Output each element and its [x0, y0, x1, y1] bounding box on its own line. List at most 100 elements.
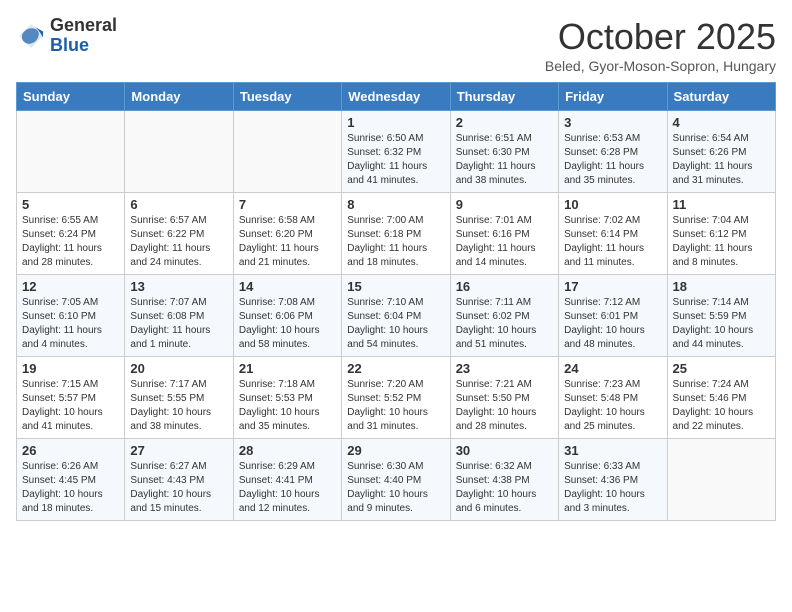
weekday-header-wednesday: Wednesday — [342, 83, 450, 111]
calendar-cell: 5 Sunrise: 6:55 AM Sunset: 6:24 PM Daylig… — [17, 193, 125, 275]
day-info: Sunrise: 6:55 AM Sunset: 6:24 PM Dayligh… — [22, 214, 119, 270]
day-number: 20 — [130, 361, 227, 376]
day-info: Sunrise: 6:50 AM Sunset: 6:32 PM Dayligh… — [347, 132, 444, 188]
day-info: Sunrise: 7:18 AM Sunset: 5:53 PM Dayligh… — [239, 378, 336, 434]
day-number: 21 — [239, 361, 336, 376]
calendar-cell: 2 Sunrise: 6:51 AM Sunset: 6:30 PM Daylig… — [450, 111, 558, 193]
day-info: Sunrise: 6:27 AM Sunset: 4:43 PM Dayligh… — [130, 460, 227, 516]
calendar-cell: 21 Sunrise: 7:18 AM Sunset: 5:53 PM Dayli… — [233, 357, 341, 439]
calendar-cell — [125, 111, 233, 193]
day-info: Sunrise: 7:02 AM Sunset: 6:14 PM Dayligh… — [564, 214, 661, 270]
calendar-cell: 23Sunrise: 7:21 AM Sunset: 5:50 PM Dayli… — [450, 357, 558, 439]
calendar-cell: 14 Sunrise: 7:08 AM Sunset: 6:06 PM Dayli… — [233, 275, 341, 357]
calendar-week-1: 1Sunrise: 6:50 AM Sunset: 6:32 PM Daylig… — [17, 111, 776, 193]
day-number: 14 — [239, 279, 336, 294]
day-info: Sunrise: 7:24 AM Sunset: 5:46 PM Dayligh… — [673, 378, 770, 434]
calendar-cell: 17Sunrise: 7:12 AM Sunset: 6:01 PM Dayli… — [559, 275, 667, 357]
calendar-cell: 27 Sunrise: 6:27 AM Sunset: 4:43 PM Dayli… — [125, 439, 233, 521]
calendar-cell: 3 Sunrise: 6:53 AM Sunset: 6:28 PM Daylig… — [559, 111, 667, 193]
month-title: October 2025 — [545, 16, 776, 58]
calendar-cell: 12Sunrise: 7:05 AM Sunset: 6:10 PM Dayli… — [17, 275, 125, 357]
day-info: Sunrise: 6:58 AM Sunset: 6:20 PM Dayligh… — [239, 214, 336, 270]
day-number: 18 — [673, 279, 770, 294]
calendar-cell: 10 Sunrise: 7:02 AM Sunset: 6:14 PM Dayli… — [559, 193, 667, 275]
weekday-header-tuesday: Tuesday — [233, 83, 341, 111]
day-info: Sunrise: 7:07 AM Sunset: 6:08 PM Dayligh… — [130, 296, 227, 352]
logo-icon — [16, 21, 46, 51]
day-info: Sunrise: 6:57 AM Sunset: 6:22 PM Dayligh… — [130, 214, 227, 270]
day-info: Sunrise: 7:12 AM Sunset: 6:01 PM Dayligh… — [564, 296, 661, 352]
calendar-cell: 7 Sunrise: 6:58 AM Sunset: 6:20 PM Daylig… — [233, 193, 341, 275]
day-info: Sunrise: 6:53 AM Sunset: 6:28 PM Dayligh… — [564, 132, 661, 188]
day-info: Sunrise: 7:11 AM Sunset: 6:02 PM Dayligh… — [456, 296, 553, 352]
day-info: Sunrise: 6:54 AM Sunset: 6:26 PM Dayligh… — [673, 132, 770, 188]
calendar-cell: 4 Sunrise: 6:54 AM Sunset: 6:26 PM Daylig… — [667, 111, 775, 193]
calendar-week-4: 19 Sunrise: 7:15 AM Sunset: 5:57 PM Dayli… — [17, 357, 776, 439]
calendar-cell: 31 Sunrise: 6:33 AM Sunset: 4:36 PM Dayli… — [559, 439, 667, 521]
day-info: Sunrise: 6:30 AM Sunset: 4:40 PM Dayligh… — [347, 460, 444, 516]
day-number: 15 — [347, 279, 444, 294]
day-number: 10 — [564, 197, 661, 212]
day-number: 7 — [239, 197, 336, 212]
calendar-cell: 28Sunrise: 6:29 AM Sunset: 4:41 PM Dayli… — [233, 439, 341, 521]
weekday-header-monday: Monday — [125, 83, 233, 111]
day-info: Sunrise: 7:10 AM Sunset: 6:04 PM Dayligh… — [347, 296, 444, 352]
weekday-header-sunday: Sunday — [17, 83, 125, 111]
day-number: 26 — [22, 443, 119, 458]
day-number: 30 — [456, 443, 553, 458]
day-info: Sunrise: 7:23 AM Sunset: 5:48 PM Dayligh… — [564, 378, 661, 434]
calendar-cell: 13 Sunrise: 7:07 AM Sunset: 6:08 PM Dayli… — [125, 275, 233, 357]
day-info: Sunrise: 7:00 AM Sunset: 6:18 PM Dayligh… — [347, 214, 444, 270]
weekday-header-saturday: Saturday — [667, 83, 775, 111]
calendar-cell: 26 Sunrise: 6:26 AM Sunset: 4:45 PM Dayli… — [17, 439, 125, 521]
day-number: 13 — [130, 279, 227, 294]
day-info: Sunrise: 7:17 AM Sunset: 5:55 PM Dayligh… — [130, 378, 227, 434]
day-number: 27 — [130, 443, 227, 458]
logo: General Blue — [16, 16, 117, 56]
day-info: Sunrise: 7:15 AM Sunset: 5:57 PM Dayligh… — [22, 378, 119, 434]
day-number: 25 — [673, 361, 770, 376]
day-info: Sunrise: 6:51 AM Sunset: 6:30 PM Dayligh… — [456, 132, 553, 188]
calendar-cell: 1Sunrise: 6:50 AM Sunset: 6:32 PM Daylig… — [342, 111, 450, 193]
calendar-cell — [667, 439, 775, 521]
calendar-cell: 8 Sunrise: 7:00 AM Sunset: 6:18 PM Daylig… — [342, 193, 450, 275]
weekday-header-friday: Friday — [559, 83, 667, 111]
day-number: 4 — [673, 115, 770, 130]
page-header: General Blue October 2025 Beled, Gyor-Mo… — [16, 16, 776, 74]
day-info: Sunrise: 6:29 AM Sunset: 4:41 PM Dayligh… — [239, 460, 336, 516]
day-number: 3 — [564, 115, 661, 130]
calendar-cell: 16Sunrise: 7:11 AM Sunset: 6:02 PM Dayli… — [450, 275, 558, 357]
day-number: 11 — [673, 197, 770, 212]
calendar-header: SundayMondayTuesdayWednesdayThursdayFrid… — [17, 83, 776, 111]
calendar-cell: 9Sunrise: 7:01 AM Sunset: 6:16 PM Daylig… — [450, 193, 558, 275]
day-info: Sunrise: 7:01 AM Sunset: 6:16 PM Dayligh… — [456, 214, 553, 270]
day-number: 5 — [22, 197, 119, 212]
day-number: 31 — [564, 443, 661, 458]
calendar-cell: 30 Sunrise: 6:32 AM Sunset: 4:38 PM Dayli… — [450, 439, 558, 521]
calendar-cell: 19 Sunrise: 7:15 AM Sunset: 5:57 PM Dayli… — [17, 357, 125, 439]
day-number: 19 — [22, 361, 119, 376]
calendar-cell: 15 Sunrise: 7:10 AM Sunset: 6:04 PM Dayli… — [342, 275, 450, 357]
calendar-cell: 22Sunrise: 7:20 AM Sunset: 5:52 PM Dayli… — [342, 357, 450, 439]
day-info: Sunrise: 6:26 AM Sunset: 4:45 PM Dayligh… — [22, 460, 119, 516]
day-info: Sunrise: 6:32 AM Sunset: 4:38 PM Dayligh… — [456, 460, 553, 516]
calendar-cell: 11Sunrise: 7:04 AM Sunset: 6:12 PM Dayli… — [667, 193, 775, 275]
day-info: Sunrise: 6:33 AM Sunset: 4:36 PM Dayligh… — [564, 460, 661, 516]
day-info: Sunrise: 7:08 AM Sunset: 6:06 PM Dayligh… — [239, 296, 336, 352]
calendar-body: 1Sunrise: 6:50 AM Sunset: 6:32 PM Daylig… — [17, 111, 776, 521]
day-info: Sunrise: 7:21 AM Sunset: 5:50 PM Dayligh… — [456, 378, 553, 434]
day-info: Sunrise: 7:05 AM Sunset: 6:10 PM Dayligh… — [22, 296, 119, 352]
day-number: 29 — [347, 443, 444, 458]
calendar-cell: 20 Sunrise: 7:17 AM Sunset: 5:55 PM Dayli… — [125, 357, 233, 439]
day-number: 6 — [130, 197, 227, 212]
calendar-cell: 6 Sunrise: 6:57 AM Sunset: 6:22 PM Daylig… — [125, 193, 233, 275]
day-number: 2 — [456, 115, 553, 130]
day-number: 22 — [347, 361, 444, 376]
calendar-cell — [233, 111, 341, 193]
calendar-week-2: 5 Sunrise: 6:55 AM Sunset: 6:24 PM Daylig… — [17, 193, 776, 275]
weekday-header-thursday: Thursday — [450, 83, 558, 111]
logo-text: General Blue — [50, 16, 117, 56]
day-number: 8 — [347, 197, 444, 212]
calendar-cell: 25 Sunrise: 7:24 AM Sunset: 5:46 PM Dayli… — [667, 357, 775, 439]
weekday-header-row: SundayMondayTuesdayWednesdayThursdayFrid… — [17, 83, 776, 111]
